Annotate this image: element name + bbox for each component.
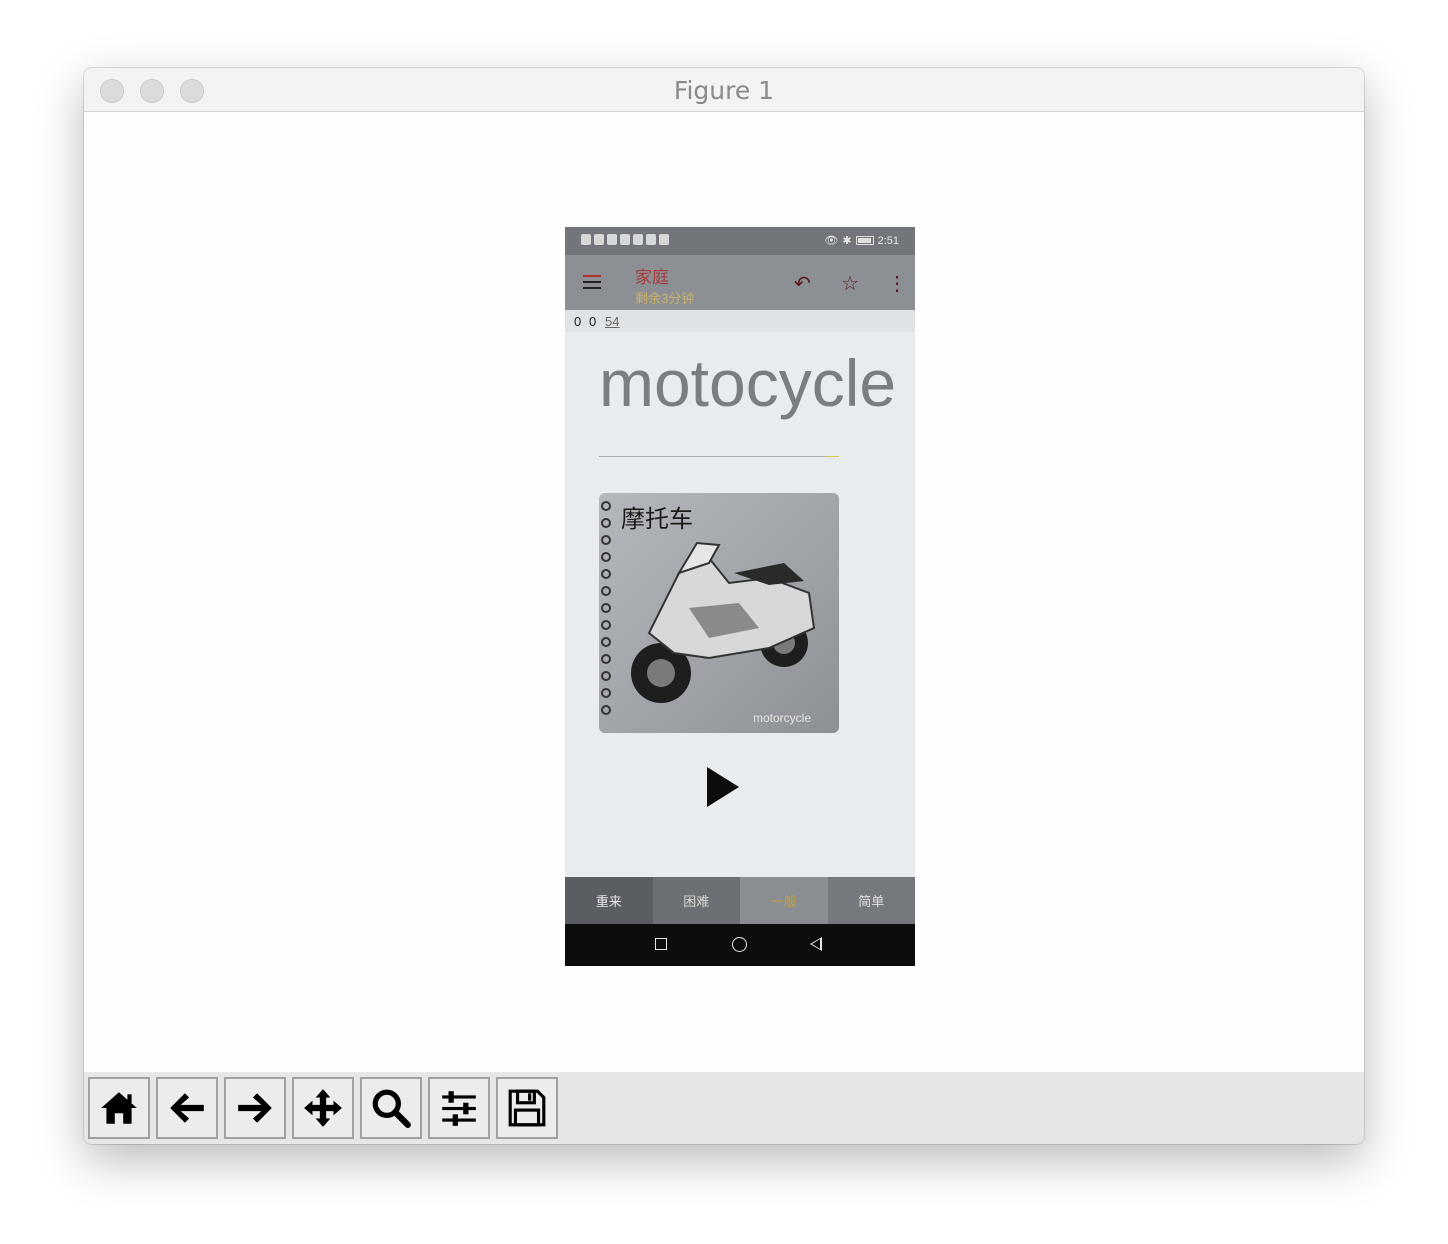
window-title: Figure 1 xyxy=(673,76,775,105)
spelling-word: motocycle xyxy=(599,346,897,420)
card-english-label: motorcycle xyxy=(752,711,811,725)
app-bar: 家庭 剩余3分钟 ↶ ☆ ⋮ xyxy=(565,255,915,310)
more-options-icon[interactable]: ⋮ xyxy=(887,271,907,296)
motorcycle-image xyxy=(631,541,816,703)
status-bar: 👁 ✱ 2:51 xyxy=(565,227,915,255)
tab-normal[interactable]: 一般 xyxy=(740,877,828,924)
bluetooth-icon: ✱ xyxy=(842,235,852,247)
zoom-button[interactable] xyxy=(360,1077,422,1139)
tab-hard[interactable]: 困难 xyxy=(652,877,740,924)
zoom-icon xyxy=(372,1089,411,1128)
forward-arrow-icon xyxy=(238,1093,272,1123)
title-bar: Figure 1 xyxy=(84,68,1364,112)
star-icon[interactable]: ☆ xyxy=(841,271,859,296)
tab-again[interactable]: 重来 xyxy=(565,877,653,924)
wrong-count: 0 xyxy=(589,314,597,329)
save-button[interactable] xyxy=(496,1077,558,1139)
menu-icon[interactable] xyxy=(583,275,601,289)
wifi-icon xyxy=(594,234,604,245)
pan-icon xyxy=(304,1089,342,1127)
android-nav-bar xyxy=(565,924,915,966)
card-chinese-label: 摩托车 xyxy=(621,505,693,533)
back-nav-icon[interactable] xyxy=(810,937,822,951)
home-button[interactable] xyxy=(88,1077,150,1139)
correct-count: 0 xyxy=(574,314,582,329)
notification-icons xyxy=(581,234,669,245)
figure-canvas[interactable]: 👁 ✱ 2:51 家庭 剩余3分钟 ↶ ☆ ⋮ 0 0 54 motocycle xyxy=(84,112,1364,1072)
phone-screenshot: 👁 ✱ 2:51 家庭 剩余3分钟 ↶ ☆ ⋮ 0 0 54 motocycle xyxy=(565,227,915,966)
total-count-link[interactable]: 54 xyxy=(605,314,619,329)
app-title: 家庭 xyxy=(635,268,669,287)
figure-window: Figure 1 👁 ✱ 2:51 家庭 剩余3分钟 ↶ ☆ ⋮ 0 0 54 … xyxy=(84,68,1364,1144)
battery-icon xyxy=(855,236,874,245)
square-icon xyxy=(659,234,669,245)
configure-subplots-button[interactable] xyxy=(428,1077,490,1139)
forward-button[interactable] xyxy=(224,1077,286,1139)
eye-icon: 👁 xyxy=(824,235,839,247)
undo-icon[interactable]: ↶ xyxy=(794,271,811,296)
app-icon xyxy=(607,234,617,245)
home-icon xyxy=(101,1092,137,1124)
matplotlib-toolbar xyxy=(84,1072,1364,1144)
file-icon xyxy=(581,234,591,245)
flashcard-image: 摩托车 motorcycle xyxy=(599,493,839,733)
save-icon xyxy=(508,1089,546,1127)
home-nav-icon[interactable] xyxy=(732,937,747,952)
answer-input[interactable] xyxy=(599,456,839,457)
pan-button[interactable] xyxy=(292,1077,354,1139)
time-remaining: 剩余3分钟 xyxy=(635,291,695,306)
back-arrow-icon xyxy=(170,1093,204,1123)
pinwheel-icon xyxy=(620,234,630,245)
system-icons: 👁 ✱ 2:51 xyxy=(824,234,899,248)
shield-icon xyxy=(633,234,643,245)
play-audio-icon[interactable] xyxy=(707,767,739,807)
back-button[interactable] xyxy=(156,1077,218,1139)
tab-easy[interactable]: 简单 xyxy=(827,877,915,924)
spiral-binding xyxy=(601,501,611,722)
chat-icon xyxy=(646,234,656,245)
progress-counter: 0 0 54 xyxy=(565,310,915,332)
difficulty-tabs: 重来 困难 一般 简单 xyxy=(565,877,915,924)
status-time: 2:51 xyxy=(877,234,899,247)
sliders-icon xyxy=(442,1091,476,1126)
recents-icon[interactable] xyxy=(655,938,667,950)
